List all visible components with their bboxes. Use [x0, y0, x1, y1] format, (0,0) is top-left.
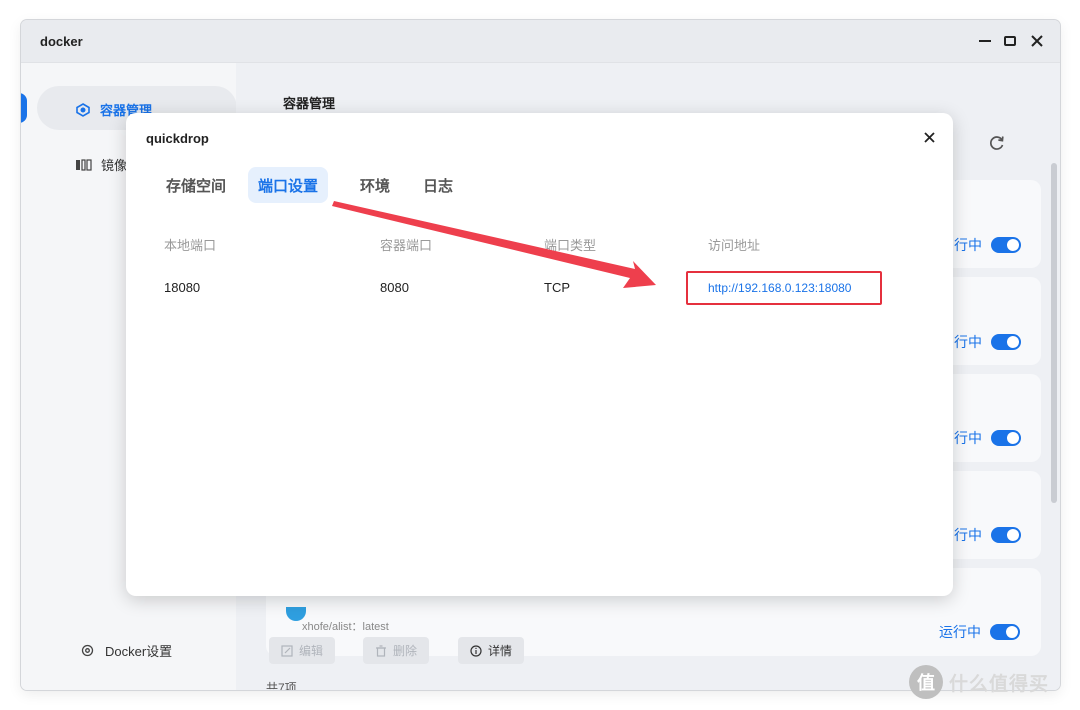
tab-logs[interactable]: 日志	[413, 167, 463, 203]
refresh-button[interactable]	[989, 135, 1005, 156]
run-toggle[interactable]	[991, 334, 1021, 350]
minimize-icon	[979, 40, 991, 42]
active-indicator	[21, 93, 27, 123]
run-toggle[interactable]	[991, 237, 1021, 253]
minimize-button[interactable]	[974, 30, 996, 52]
container-status: 行中	[954, 235, 1021, 255]
delete-button[interactable]: 删除	[363, 637, 430, 664]
edit-icon	[281, 644, 293, 657]
column-header-local-port: 本地端口	[164, 238, 217, 253]
container-port-value: 8080	[380, 280, 409, 295]
close-icon	[1031, 35, 1043, 47]
container-icon	[76, 102, 90, 117]
maximize-icon	[1004, 36, 1016, 46]
detail-button[interactable]: 详情	[458, 637, 525, 664]
detail-label: 详情	[488, 644, 513, 658]
edit-label: 编辑	[299, 644, 324, 658]
delete-label: 删除	[393, 644, 418, 658]
container-status: 行中	[954, 428, 1021, 448]
sidebar-item-images[interactable]: 镜像	[76, 155, 127, 174]
tab-storage[interactable]: 存储空间	[156, 167, 236, 203]
container-status: 运行中	[939, 622, 1020, 642]
run-toggle[interactable]	[991, 430, 1021, 446]
container-detail-dialog: quickdrop 存储空间 端口设置 环境 日志 本地端口 容器端口 端口类型…	[126, 113, 953, 596]
image-icon	[76, 158, 92, 171]
status-label: 运行中	[939, 624, 981, 640]
edit-button[interactable]: 编辑	[269, 637, 336, 664]
page-title: 容器管理	[283, 96, 336, 111]
watermark-text: 什么值得买	[949, 673, 1050, 695]
container-status: 行中	[954, 332, 1021, 352]
refresh-icon	[990, 136, 1004, 150]
watermark: 值 什么值得买	[909, 665, 1049, 699]
dialog-close-button[interactable]	[924, 130, 935, 148]
tab-environment[interactable]: 环境	[350, 167, 400, 203]
container-image-name: xhofe/alist：latest	[302, 621, 389, 633]
access-address-link[interactable]: http://192.168.0.123:18080	[708, 281, 851, 295]
close-icon	[924, 132, 935, 143]
docker-settings-link[interactable]: Docker设置	[81, 641, 172, 660]
sidebar-item-label: 镜像	[101, 158, 128, 173]
status-label: 行中	[954, 334, 982, 350]
status-label: 行中	[954, 430, 982, 446]
title-bar: docker	[21, 20, 1060, 63]
container-status: 行中	[954, 525, 1021, 545]
status-label: 行中	[954, 237, 982, 253]
watermark-logo: 值	[909, 665, 943, 699]
dialog-title: quickdrop	[146, 131, 209, 146]
scrollbar[interactable]	[1051, 163, 1057, 503]
column-header-port-type: 端口类型	[544, 238, 597, 253]
trash-icon	[376, 644, 386, 657]
tab-port-settings[interactable]: 端口设置	[248, 167, 329, 203]
gear-icon	[81, 644, 94, 657]
run-toggle[interactable]	[991, 527, 1021, 543]
info-icon	[470, 644, 482, 657]
maximize-button[interactable]	[999, 30, 1021, 52]
column-header-container-port: 容器端口	[380, 238, 433, 253]
local-port-value: 18080	[164, 280, 201, 295]
app-title: docker	[40, 34, 83, 49]
column-header-access-address: 访问地址	[708, 238, 761, 253]
close-window-button[interactable]	[1026, 30, 1048, 52]
docker-settings-label: Docker设置	[105, 644, 173, 659]
run-toggle[interactable]	[990, 624, 1020, 640]
port-type-value: TCP	[544, 280, 570, 295]
status-label: 行中	[954, 527, 982, 543]
total-count: 共7项	[266, 681, 297, 690]
